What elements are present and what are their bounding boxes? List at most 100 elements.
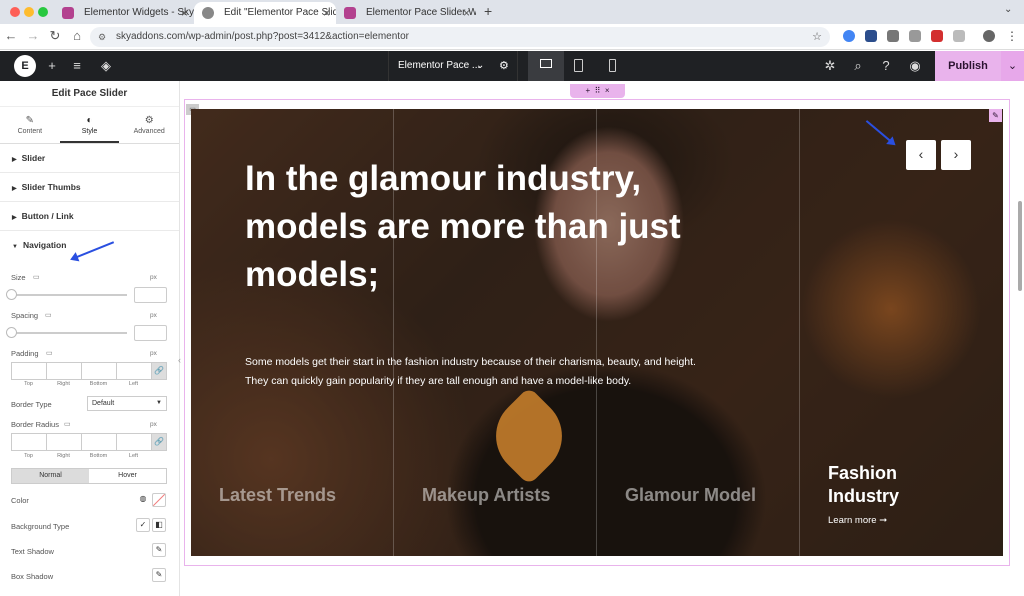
publish-options-chevron[interactable]: ⌄ — [1001, 51, 1024, 81]
mobile-view-icon[interactable] — [609, 59, 616, 72]
tab-advanced[interactable]: ⚙ Advanced — [119, 107, 179, 143]
radius-top-input[interactable] — [11, 433, 47, 451]
border-type-select[interactable]: Default ▼ — [87, 396, 167, 411]
section-handle[interactable]: + ⠿ × — [570, 84, 625, 98]
page-settings-gear-icon[interactable]: ⚙ — [499, 51, 509, 81]
close-window-button[interactable] — [10, 7, 20, 17]
thumb-makeup-artists[interactable]: Makeup Artists — [422, 485, 550, 506]
close-tab-icon[interactable]: × — [181, 2, 188, 24]
close-icon[interactable]: × — [605, 86, 610, 95]
minimize-window-button[interactable] — [24, 7, 34, 17]
close-tab-icon[interactable]: × — [463, 2, 470, 24]
maximize-window-button[interactable] — [38, 7, 48, 17]
tab-style[interactable]: ◐ Style — [59, 107, 120, 143]
drag-handle-icon[interactable]: ⠿ — [595, 86, 601, 95]
responsive-desktop-icon[interactable]: ▭ — [33, 273, 40, 281]
padding-top-input[interactable] — [11, 362, 47, 380]
learn-more-link[interactable]: Learn more ➞ — [828, 515, 928, 526]
border-radius-inputs: 🔗 — [11, 433, 167, 451]
section-slider[interactable]: ▶ Slider — [0, 144, 179, 173]
tab-label: Elementor Widgets - Sky Addo — [84, 7, 194, 18]
document-title-dropdown[interactable]: Elementor Pace ... ⌄ ⚙ — [388, 51, 518, 81]
profile-avatar[interactable] — [983, 30, 995, 42]
radius-bottom-input[interactable] — [81, 433, 117, 451]
border-radius-label: Border Radius — [11, 420, 59, 429]
next-slide-button[interactable]: › — [941, 140, 971, 170]
scrollbar[interactable] — [1016, 81, 1024, 596]
color-picker-swatch[interactable] — [152, 493, 166, 507]
section-navigation[interactable]: ▼ Navigation — [0, 231, 179, 260]
preview-eye-icon[interactable]: ◉ — [906, 58, 924, 74]
scrollbar-thumb[interactable] — [1018, 201, 1022, 291]
browser-tab-pace-slider[interactable]: Elementor Pace Slider Widget× — [336, 2, 476, 24]
section-button-link[interactable]: ▶ Button / Link — [0, 202, 179, 231]
radius-right-input[interactable] — [46, 433, 82, 451]
extension-icon[interactable] — [931, 30, 943, 42]
url-input[interactable]: ⚙ skyaddons.com/wp-admin/post.php?post=3… — [90, 27, 830, 47]
back-icon[interactable]: ← — [2, 28, 20, 43]
home-icon[interactable]: ⌂ — [68, 28, 86, 43]
padding-unit[interactable]: px — [150, 350, 157, 357]
global-colors-icon[interactable]: ◍ — [136, 493, 150, 507]
elementor-logo-icon[interactable]: E — [14, 55, 36, 77]
state-normal-tab[interactable]: Normal — [12, 469, 89, 483]
add-element-icon[interactable]: + — [43, 58, 61, 73]
help-icon[interactable]: ? — [877, 58, 895, 73]
size-input[interactable] — [134, 287, 167, 303]
responsive-desktop-icon[interactable]: ▭ — [64, 420, 71, 428]
link-values-icon[interactable]: 🔗 — [151, 433, 167, 451]
caret-down-icon: ▼ — [12, 244, 18, 250]
panel-tabs: ✎ Content ◐ Style ⚙ Advanced — [0, 107, 179, 144]
edit-widget-icon[interactable]: ✎ — [989, 109, 1002, 122]
prev-slide-button[interactable]: ‹ — [906, 140, 936, 170]
site-info-icon[interactable]: ⚙ — [98, 27, 106, 47]
publish-button[interactable]: Publish — [935, 51, 1001, 81]
extension-icon[interactable] — [909, 30, 921, 42]
thumb-fashion-industry[interactable]: Fashion Industry Learn more ➞ — [828, 462, 928, 526]
bookmark-star-icon[interactable]: ☆ — [812, 27, 822, 47]
spacing-input[interactable] — [134, 325, 167, 341]
puzzle-icon[interactable] — [953, 30, 965, 42]
brush-icon[interactable]: ✓ — [136, 518, 150, 532]
padding-right-input[interactable] — [46, 362, 82, 380]
desktop-view-button[interactable] — [528, 51, 564, 81]
tablet-view-icon[interactable] — [574, 59, 583, 72]
edit-pencil-icon[interactable]: ✎ — [152, 543, 166, 557]
new-tab-button[interactable]: + — [484, 3, 492, 19]
add-icon[interactable]: + — [585, 86, 590, 95]
spacing-unit[interactable]: px — [150, 312, 157, 319]
spacing-slider-knob[interactable] — [6, 327, 17, 338]
tab-content[interactable]: ✎ Content — [0, 107, 60, 143]
state-hover-tab[interactable]: Hover — [89, 469, 166, 483]
responsive-desktop-icon[interactable]: ▭ — [46, 349, 53, 357]
forward-icon[interactable]: → — [24, 28, 42, 43]
search-icon[interactable]: ⌕ — [849, 58, 867, 74]
extension-icon[interactable] — [887, 30, 899, 42]
layers-icon[interactable]: ◈ — [97, 58, 115, 74]
tab-search-icon[interactable]: ⌄ — [1004, 4, 1012, 15]
padding-bottom-input[interactable] — [81, 362, 117, 380]
browser-tab-widgets[interactable]: Elementor Widgets - Sky Addo× — [54, 2, 194, 24]
settings-sliders-icon[interactable]: ≡ — [68, 58, 86, 73]
extension-icon[interactable] — [843, 30, 855, 42]
thumb-glamour-model[interactable]: Glamour Model — [625, 485, 756, 506]
menu-dots-icon[interactable]: ⋮ — [1006, 29, 1018, 43]
gradient-icon[interactable]: ◧ — [152, 518, 166, 532]
link-values-icon[interactable]: 🔗 — [151, 362, 167, 380]
reload-icon[interactable]: ↻ — [46, 28, 64, 44]
section-slider-thumbs[interactable]: ▶ Slider Thumbs — [0, 173, 179, 202]
size-slider-knob[interactable] — [6, 289, 17, 300]
size-unit[interactable]: px — [150, 274, 157, 281]
extension-icon[interactable] — [865, 30, 877, 42]
radius-left-input[interactable] — [116, 433, 152, 451]
thumb-latest-trends[interactable]: Latest Trends — [219, 485, 336, 506]
browser-tab-edit[interactable]: Edit "Elementor Pace Slider W× — [194, 2, 336, 24]
padding-left-input[interactable] — [116, 362, 152, 380]
border-radius-unit[interactable]: px — [150, 421, 157, 428]
spacing-slider-track[interactable] — [11, 332, 127, 334]
responsive-desktop-icon[interactable]: ▭ — [45, 311, 52, 319]
close-tab-icon[interactable]: × — [323, 2, 330, 24]
ai-sparkle-icon[interactable]: ✲ — [821, 58, 839, 74]
size-slider-track[interactable] — [11, 294, 127, 296]
edit-pencil-icon[interactable]: ✎ — [152, 568, 166, 582]
